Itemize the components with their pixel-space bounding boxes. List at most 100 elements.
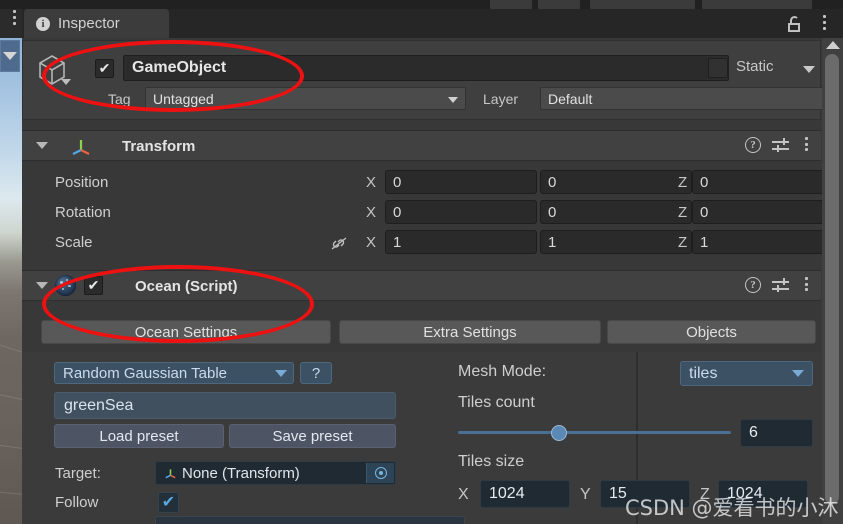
ocean-script-icon — [55, 275, 76, 296]
ocean-tabs-strip: Ocean Settings Extra Settings Objects — [22, 308, 821, 352]
triangle-up-icon[interactable] — [826, 41, 840, 49]
scale-y-input[interactable]: 1 — [540, 230, 692, 254]
inspector-menu-icon[interactable] — [817, 15, 831, 33]
save-preset-button[interactable]: Save preset — [229, 424, 396, 448]
scale-label: Scale — [55, 234, 93, 251]
kebab-menu-icon[interactable] — [800, 137, 813, 153]
mesh-mode-label: Mesh Mode: — [458, 363, 547, 380]
tiles-count-input[interactable]: 6 — [740, 419, 813, 447]
checkmark-icon: ✔ — [161, 493, 176, 511]
toolbar-chip[interactable] — [490, 0, 532, 9]
chevron-down-icon — [448, 97, 458, 103]
position-x-axis-label: X — [366, 174, 377, 191]
toolbar-chip[interactable] — [538, 0, 580, 9]
target-object-field[interactable]: None (Transform) — [155, 461, 396, 485]
watermark-text: CSDN @爱看书的小沐 — [625, 496, 839, 520]
scale-z-axis-label: Z — [678, 234, 688, 251]
scale-x-axis-label: X — [366, 234, 377, 251]
toolbar-chip[interactable] — [590, 0, 695, 9]
transform-axis-icon — [164, 467, 177, 480]
lock-open-icon[interactable] — [787, 16, 803, 32]
scene-view-strip[interactable] — [0, 38, 22, 524]
spectrum-dropdown[interactable]: Random Gaussian Table — [54, 362, 294, 384]
transform-header-icons: ? — [745, 137, 813, 153]
gameobject-name-input[interactable]: GameObject — [123, 55, 729, 81]
preset-dropdown[interactable]: greenSea — [54, 392, 396, 419]
tiles-size-label: Tiles size — [458, 453, 525, 470]
partial-dropdown-below-follow[interactable] — [155, 516, 465, 524]
tab-extra-settings[interactable]: Extra Settings — [339, 320, 601, 344]
layer-label: Layer — [483, 91, 519, 107]
spectrum-dropdown-value: Random Gaussian Table — [63, 364, 227, 382]
mesh-mode-dropdown[interactable]: tiles — [680, 361, 813, 386]
transform-axis-icon — [70, 138, 92, 156]
toolbar-chip[interactable] — [702, 0, 812, 9]
position-z-input[interactable]: 0 — [692, 170, 843, 194]
static-checkbox[interactable] — [708, 58, 728, 78]
position-z-axis-label: Z — [678, 174, 688, 191]
tag-dropdown[interactable]: Untagged — [145, 87, 466, 110]
help-icon[interactable]: ? — [745, 137, 761, 153]
rotation-y-input[interactable]: 0 — [540, 200, 692, 224]
ocean-enabled-checkbox[interactable]: ✔ — [84, 276, 103, 295]
scrollbar-thumb[interactable] — [825, 54, 839, 504]
scene-view-dropdown[interactable] — [0, 40, 20, 72]
tiles-size-x-input[interactable]: 1024 — [480, 480, 570, 508]
ocean-header-icons: ? — [745, 277, 813, 293]
scale-z-input[interactable]: 1 — [692, 230, 843, 254]
tag-label: Tag — [108, 91, 131, 107]
target-value: None (Transform) — [182, 464, 300, 482]
spectrum-help-button[interactable]: ? — [300, 362, 332, 384]
info-icon: i — [36, 16, 50, 31]
preset-sliders-icon[interactable] — [772, 137, 789, 153]
rotation-x-axis-label: X — [366, 204, 377, 221]
tab-objects[interactable]: Objects — [607, 320, 816, 344]
ocean-title: Ocean (Script) — [135, 278, 238, 295]
layer-value: Default — [548, 90, 593, 107]
transform-title: Transform — [122, 138, 196, 155]
transform-foldout-icon[interactable] — [36, 142, 48, 149]
static-dropdown-icon[interactable] — [803, 66, 815, 73]
tab-ocean-settings[interactable]: Ocean Settings — [41, 320, 331, 344]
inspector-tabbar: i Inspector — [22, 9, 843, 38]
target-label: Target: — [55, 465, 101, 482]
tiles-size-x-label: X — [458, 486, 469, 503]
constrain-proportions-off-icon[interactable] — [330, 236, 348, 252]
chevron-down-icon — [792, 370, 804, 377]
scene-panel-menu-icon[interactable] — [6, 10, 22, 34]
prefab-dropdown-icon[interactable] — [61, 79, 71, 85]
chevron-down-icon — [275, 370, 287, 377]
chevron-down-icon — [3, 52, 17, 60]
tiles-count-slider[interactable] — [458, 431, 731, 434]
preset-dropdown-value: greenSea — [64, 396, 134, 414]
help-icon[interactable]: ? — [745, 277, 761, 293]
tab-inspector[interactable]: i Inspector — [24, 9, 169, 38]
mesh-mode-value: tiles — [689, 364, 718, 382]
layer-dropdown[interactable]: Default — [540, 87, 841, 110]
gameobject-enabled-checkbox[interactable]: ✔ — [95, 59, 114, 78]
object-picker-icon[interactable] — [366, 463, 394, 483]
ocean-component-header[interactable]: Ocean (Script) ? — [22, 270, 821, 301]
rotation-label: Rotation — [55, 204, 111, 221]
follow-checkbox[interactable]: ✔ — [158, 492, 179, 513]
tiles-count-slider-handle[interactable] — [551, 425, 567, 441]
preset-sliders-icon[interactable] — [772, 277, 789, 293]
gameobject-header-block: ✔ GameObject Static Tag Untagged Layer D… — [22, 40, 841, 120]
tiles-size-y-label: Y — [580, 486, 591, 503]
scale-x-input[interactable]: 1 — [385, 230, 537, 254]
follow-label: Follow — [55, 494, 99, 511]
transform-component-header[interactable]: Transform ? — [22, 130, 821, 161]
static-label: Static — [736, 58, 774, 75]
rotation-z-input[interactable]: 0 — [692, 200, 843, 224]
kebab-menu-icon[interactable] — [800, 277, 813, 293]
checkmark-icon: ✔ — [87, 277, 100, 293]
checkmark-icon: ✔ — [98, 60, 111, 76]
position-label: Position — [55, 174, 109, 191]
load-preset-button[interactable]: Load preset — [54, 424, 224, 448]
ocean-foldout-icon[interactable] — [36, 282, 48, 289]
rotation-z-axis-label: Z — [678, 204, 688, 221]
top-toolbar-cut — [0, 0, 843, 9]
position-x-input[interactable]: 0 — [385, 170, 537, 194]
rotation-x-input[interactable]: 0 — [385, 200, 537, 224]
position-y-input[interactable]: 0 — [540, 170, 692, 194]
